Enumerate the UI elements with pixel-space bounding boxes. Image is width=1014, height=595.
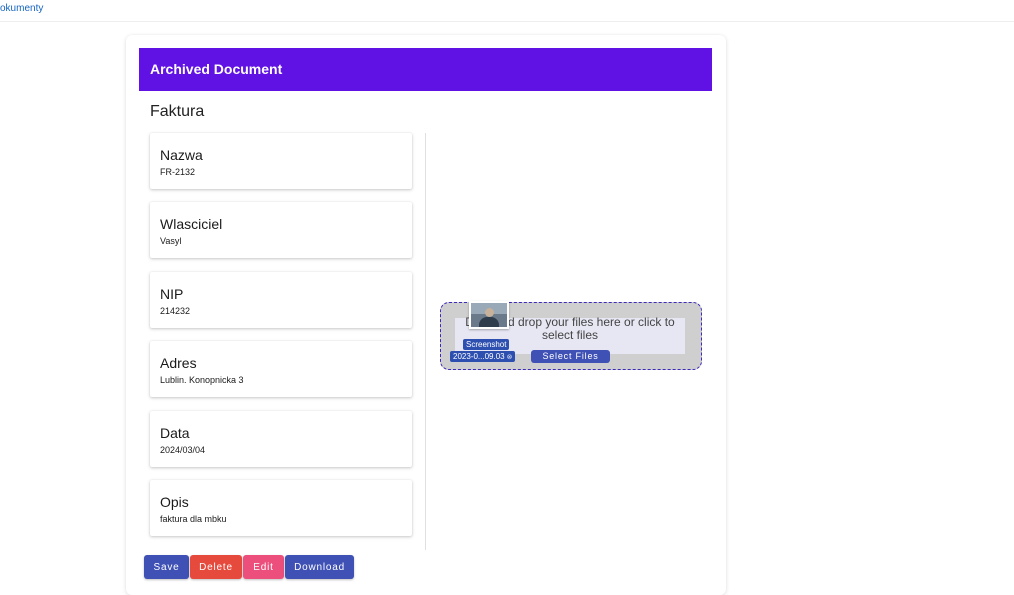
field-value: 2024/03/04 — [160, 445, 206, 455]
field-label: Nazwa — [160, 147, 203, 163]
field-card-wlasciciel: Wlasciciel Vasyl — [150, 202, 412, 258]
delete-button[interactable]: Delete — [190, 555, 242, 579]
field-value: faktura dla mbku — [160, 514, 227, 524]
field-value: Vasyl — [160, 236, 182, 246]
document-type-title: Faktura — [150, 103, 205, 120]
documents-link[interactable]: okumenty — [0, 3, 43, 14]
field-label: Data — [160, 425, 190, 441]
field-label: Wlasciciel — [160, 216, 223, 232]
field-card-opis: Opis faktura dla mbku — [150, 480, 412, 536]
top-navigation-bar: okumenty — [0, 0, 1014, 22]
file-name-badge: 2023-0...09.03 ⊗ — [450, 351, 516, 362]
field-value: 214232 — [160, 306, 191, 316]
field-card-data: Data 2024/03/04 — [150, 411, 412, 467]
field-label: Adres — [160, 355, 197, 371]
field-value: Lublin. Konopnicka 3 — [160, 375, 244, 385]
select-files-button[interactable]: Select Files — [531, 350, 610, 363]
file-name: 2023-0...09.03 — [453, 352, 505, 361]
field-card-nip: NIP 214232 — [150, 272, 412, 328]
archived-document-panel: Archived Document Faktura Nazwa FR-2132 … — [126, 35, 726, 595]
download-button[interactable]: Download — [285, 555, 354, 579]
field-label: Opis — [160, 494, 189, 510]
field-value: FR-2132 — [160, 167, 196, 177]
save-button[interactable]: Save — [144, 555, 189, 579]
field-card-nazwa: Nazwa FR-2132 — [150, 133, 412, 189]
edit-button[interactable]: Edit — [243, 555, 284, 579]
column-divider — [425, 133, 426, 550]
panel-header: Archived Document — [139, 48, 712, 91]
file-thumbnail — [469, 301, 509, 329]
field-label: NIP — [160, 286, 184, 302]
field-card-adres: Adres Lublin. Konopnicka 3 — [150, 341, 412, 397]
file-label-badge: Screenshot — [463, 339, 510, 350]
file-dropzone[interactable]: Drag and drop your files here or click t… — [440, 301, 702, 370]
remove-file-icon[interactable]: ⊗ — [507, 354, 513, 361]
